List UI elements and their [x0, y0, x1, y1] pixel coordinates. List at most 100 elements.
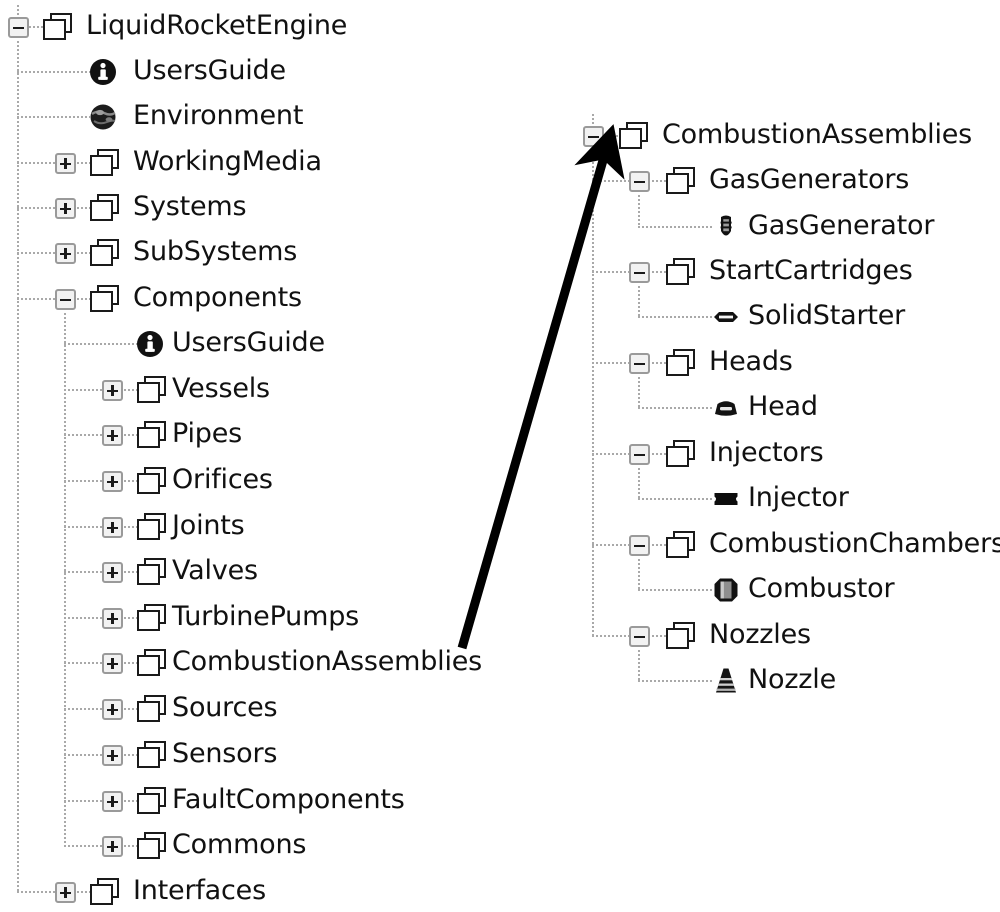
tree-guide-line [64, 754, 137, 756]
expand-toggle[interactable] [102, 791, 123, 812]
folder-icon [137, 421, 167, 449]
expand-toggle[interactable] [102, 836, 123, 857]
tree-guide-line [638, 226, 713, 228]
tree-node-label: Injector [748, 482, 849, 513]
tree-guide-line [17, 5, 19, 17]
tree-guide-line [17, 891, 90, 893]
tree-guide-line [638, 559, 640, 590]
gas-generator-icon [711, 212, 741, 242]
expand-toggle[interactable] [102, 380, 123, 401]
collapse-toggle[interactable] [629, 353, 650, 374]
collapse-toggle[interactable] [55, 289, 76, 310]
collapse-toggle[interactable] [629, 626, 650, 647]
folder-icon [90, 878, 120, 906]
collapse-toggle[interactable] [629, 262, 650, 283]
tree-node-label: Pipes [172, 418, 243, 449]
tree-guide-line [17, 252, 90, 254]
folder-icon [666, 622, 696, 650]
tree-node-label: Components [133, 282, 302, 313]
folder-icon [137, 649, 167, 677]
collapse-toggle[interactable] [583, 126, 604, 147]
folder-icon [666, 531, 696, 559]
tree-node-label: UsersGuide [133, 55, 286, 86]
tree-guide-line [592, 150, 594, 636]
collapse-toggle[interactable] [629, 444, 650, 465]
expand-toggle[interactable] [102, 653, 123, 674]
collapse-toggle[interactable] [629, 171, 650, 192]
tree-guide-line [64, 526, 137, 528]
tree-guide-line [592, 114, 594, 126]
tree-guide-line [64, 617, 137, 619]
tree-node-label: Interfaces [133, 875, 266, 906]
tree-node-label: Combustor [748, 573, 895, 604]
expand-toggle[interactable] [102, 699, 123, 720]
tree-guide-line [638, 589, 713, 591]
tree-node-label: Head [748, 391, 818, 422]
folder-icon [666, 167, 696, 195]
tree-guide-line [638, 498, 713, 500]
tree-guide-line [64, 480, 137, 482]
expand-toggle[interactable] [55, 198, 76, 219]
tree-guide-line [64, 571, 137, 573]
expand-toggle[interactable] [102, 471, 123, 492]
folder-icon [137, 832, 167, 860]
tree-guide-line [64, 662, 137, 664]
tree-node-label: LiquidRocketEngine [86, 10, 348, 41]
folder-icon [90, 194, 120, 222]
tree-guide-line [64, 708, 137, 710]
tree-guide-line [638, 377, 640, 408]
tree-node-label: Nozzle [748, 664, 836, 695]
tree-guide-line [638, 316, 713, 318]
tree-node-label: Sources [172, 692, 278, 723]
folder-icon [666, 440, 696, 468]
tree-node-label: StartCartridges [709, 255, 913, 286]
expand-toggle[interactable] [55, 243, 76, 264]
tree-guide-line [64, 343, 137, 345]
folder-icon [137, 787, 167, 815]
tree-guide-line [64, 434, 137, 436]
folder-icon [666, 258, 696, 286]
folder-icon [90, 239, 120, 267]
tree-guide-line [17, 41, 19, 892]
expand-toggle[interactable] [102, 517, 123, 538]
tree-node-label: Sensors [172, 738, 278, 769]
tree-node-label: Environment [133, 100, 304, 131]
tree-guide-line [17, 116, 90, 118]
tree-node-label: UsersGuide [172, 327, 325, 358]
collapse-toggle[interactable] [8, 17, 29, 38]
tree-node-label: Valves [172, 555, 258, 586]
collapse-toggle[interactable] [629, 535, 650, 556]
tree-node-label: Commons [172, 829, 307, 860]
info-icon [135, 329, 165, 359]
tree-node-label: FaultComponents [172, 784, 405, 815]
tree-guide-line [638, 407, 713, 409]
tree-guide-line [17, 162, 90, 164]
tree-node-label: Injectors [709, 437, 824, 468]
expand-toggle[interactable] [55, 153, 76, 174]
tree-guide-line [17, 298, 90, 300]
tree-guide-line [17, 207, 90, 209]
tree-node-label: Nozzles [709, 619, 811, 650]
expand-toggle[interactable] [102, 745, 123, 766]
tree-node-label: SolidStarter [748, 300, 906, 331]
folder-icon [137, 376, 167, 404]
expand-toggle[interactable] [102, 608, 123, 629]
expand-toggle[interactable] [102, 562, 123, 583]
expand-toggle[interactable] [102, 425, 123, 446]
tree-guide-line [64, 389, 137, 391]
tree-node-label: Joints [172, 510, 245, 541]
folder-icon [90, 149, 120, 177]
tree-node-label: Heads [709, 346, 793, 377]
tree-guide-line [17, 71, 90, 73]
folder-icon [137, 695, 167, 723]
tree-guide-line [64, 800, 137, 802]
info-icon [88, 57, 118, 87]
tree-node-label: CombustionChambers [709, 528, 1000, 559]
expand-toggle[interactable] [55, 882, 76, 903]
globe-icon [88, 102, 118, 132]
tree-guide-line [638, 286, 640, 317]
tree-guide-line [638, 195, 640, 227]
tree-guide-line [638, 680, 713, 682]
tree-node-label: GasGenerator [748, 210, 935, 241]
folder-icon [43, 13, 73, 41]
